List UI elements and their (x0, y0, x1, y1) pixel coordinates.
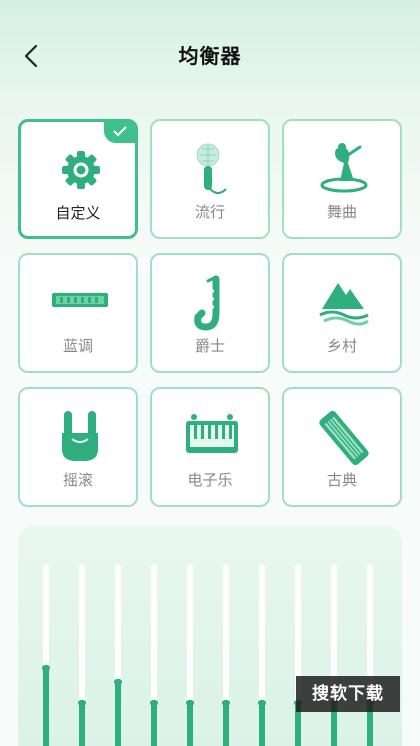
preset-label: 摇滚 (62, 471, 93, 489)
eq-slider-4[interactable] (150, 564, 158, 746)
rock-hand-icon (50, 409, 110, 467)
preset-card-classical[interactable]: 古典 (282, 387, 402, 507)
guqin-icon (314, 409, 374, 467)
preset-label: 舞曲 (326, 203, 357, 221)
header: 均衡器 (0, 0, 420, 110)
preset-label: 自定义 (55, 204, 101, 222)
saxophone-icon (182, 275, 242, 333)
preset-card-blues[interactable]: 蓝调 (18, 253, 138, 373)
preset-label: 古典 (326, 471, 357, 489)
selected-badge (104, 122, 135, 143)
preset-card-dance[interactable]: 舞曲 (282, 119, 402, 239)
watermark: 搜软下载 (296, 676, 400, 712)
keyboard-icon (182, 409, 242, 467)
eq-slider-7[interactable] (258, 564, 266, 746)
preset-card-country[interactable]: 乡村 (282, 253, 402, 373)
harmonica-icon (50, 275, 110, 333)
preset-card-pop[interactable]: 流行 (150, 119, 270, 239)
preset-label: 电子乐 (187, 471, 233, 489)
mountain-icon (314, 275, 374, 333)
preset-label: 蓝调 (62, 337, 93, 355)
preset-label: 乡村 (326, 337, 357, 355)
preset-card-jazz[interactable]: 爵士 (150, 253, 270, 373)
page-title: 均衡器 (178, 44, 242, 68)
eq-slider-3[interactable] (114, 564, 122, 746)
eq-slider-5[interactable] (186, 564, 194, 746)
preset-label: 爵士 (194, 337, 225, 355)
preset-card-custom[interactable]: 自定义 (18, 119, 138, 239)
microphone-icon (182, 141, 242, 199)
equalizer-panel (18, 526, 402, 746)
eq-slider-1[interactable] (42, 564, 50, 746)
preset-label: 流行 (194, 203, 225, 221)
gear-icon (51, 142, 111, 200)
eq-slider-9[interactable] (330, 564, 338, 746)
preset-card-rock[interactable]: 摇滚 (18, 387, 138, 507)
eq-slider-2[interactable] (78, 564, 86, 746)
eq-slider-8[interactable] (294, 564, 302, 746)
dancer-icon (314, 141, 374, 199)
eq-slider-10[interactable] (366, 564, 374, 746)
preset-card-electronic[interactable]: 电子乐 (150, 387, 270, 507)
check-icon (113, 126, 127, 137)
eq-slider-6[interactable] (222, 564, 230, 746)
